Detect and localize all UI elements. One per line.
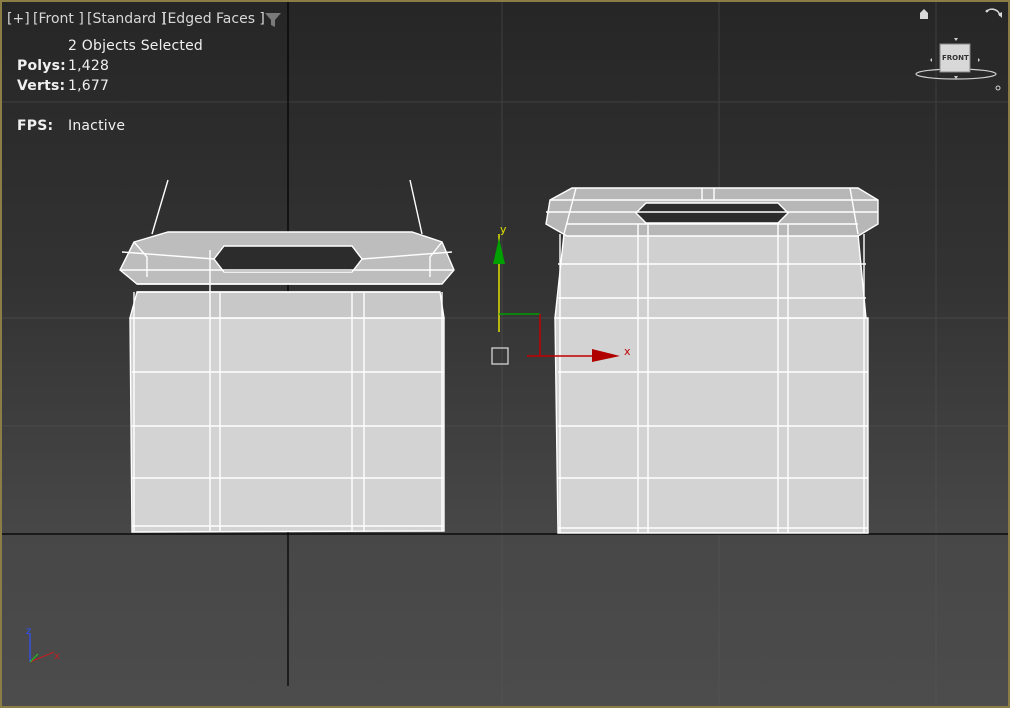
- viewport-menu-shading[interactable]: [Standard ]: [87, 11, 166, 27]
- left-carton-mesh[interactable]: [119, 179, 455, 533]
- viewport-menu-plus[interactable]: [+]: [7, 11, 30, 27]
- verts-label: Verts:: [17, 78, 66, 94]
- gizmo-y-label: y: [500, 223, 507, 236]
- fps-label: FPS:: [17, 118, 54, 134]
- gizmo-x-label: x: [624, 345, 631, 358]
- axis-tripod: [29, 634, 55, 663]
- polys-label: Polys:: [17, 58, 66, 74]
- viewport-menu-point-of-view[interactable]: [Front ]: [33, 11, 84, 27]
- fps-value: Inactive: [68, 118, 126, 134]
- rotate-view-icon[interactable]: [982, 6, 1004, 28]
- viewcube[interactable]: FRONT: [912, 32, 1002, 92]
- viewcube-face-label: FRONT: [942, 54, 969, 62]
- front-viewport[interactable]: y x z x [+] [Front ] [Standard ] [Edged …: [0, 0, 1010, 708]
- tripod-x-label: x: [54, 651, 60, 662]
- polys-value: 1,428: [68, 58, 110, 74]
- viewport-scene[interactable]: y x z x: [2, 2, 1008, 706]
- filter-icon[interactable]: [264, 11, 282, 29]
- tripod-z-label: z: [26, 626, 31, 637]
- viewport-menu-edged-faces[interactable]: [Edged Faces ]: [162, 11, 265, 27]
- verts-value: 1,677: [68, 78, 110, 94]
- home-icon[interactable]: [919, 8, 929, 20]
- selection-count: 2 Objects Selected: [68, 38, 203, 54]
